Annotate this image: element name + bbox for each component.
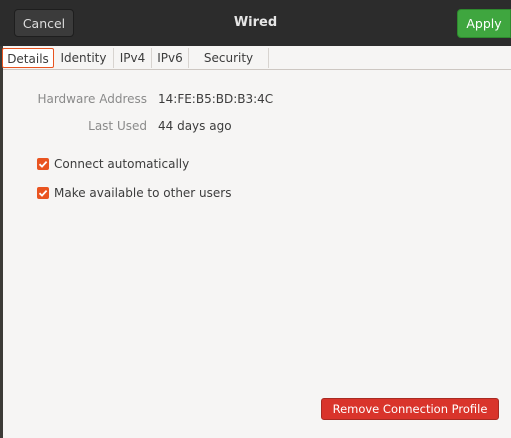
tab-security[interactable]: Security xyxy=(189,48,269,68)
dialog-title: Wired xyxy=(233,15,278,30)
checkmark-icon xyxy=(38,160,48,168)
hardware-address-label: Hardware Address xyxy=(37,92,147,106)
tab-ipv4[interactable]: IPv4 xyxy=(114,48,152,68)
available-to-others-checkbox[interactable] xyxy=(37,187,49,199)
hardware-address-value: 14:FE:B5:BD:B3:4C xyxy=(158,92,274,106)
tab-bar: Details Identity IPv4 IPv6 Security xyxy=(2,46,511,70)
remove-connection-profile-button[interactable]: Remove Connection Profile xyxy=(321,398,499,420)
available-to-others-label[interactable]: Make available to other users xyxy=(54,186,231,200)
checkmark-icon xyxy=(38,189,48,197)
tab-identity[interactable]: Identity xyxy=(54,48,114,68)
cancel-button[interactable]: Cancel xyxy=(14,9,74,37)
last-used-value: 44 days ago xyxy=(158,119,232,133)
connect-automatically-label[interactable]: Connect automatically xyxy=(54,157,189,171)
last-used-label: Last Used xyxy=(88,119,147,133)
connection-dialog: Wired Cancel Apply Details Identity IPv4… xyxy=(0,0,511,438)
connect-automatically-checkbox[interactable] xyxy=(37,158,49,170)
apply-button[interactable]: Apply xyxy=(457,9,511,38)
tab-details[interactable]: Details xyxy=(2,48,54,68)
header-bar: Wired Cancel Apply xyxy=(0,0,511,46)
tab-ipv6[interactable]: IPv6 xyxy=(152,48,189,68)
